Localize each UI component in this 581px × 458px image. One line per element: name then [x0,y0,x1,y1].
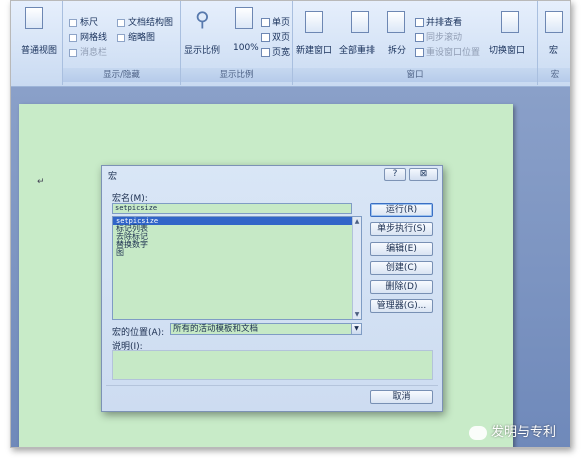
create-button[interactable]: 创建(C) [370,261,433,275]
split-button[interactable]: 拆分 [388,43,406,56]
ribbon-group-document-views: 普通视图 [11,1,63,85]
hundred-percent-button[interactable]: 100% [233,43,259,53]
watermark: 发明与专利 [469,421,556,440]
ribbon-group-window: 新建窗口 全部重排 拆分 并排查看 同步滚动 重设窗口位置 切换窗口 窗口 [293,1,538,85]
zoom-button[interactable]: 显示比例 [184,43,220,56]
macro-list-scrollbar[interactable]: ▲ ▼ [352,217,361,319]
arrange-all-icon [351,11,369,33]
macros-icon [545,11,563,33]
switch-windows-icon [501,11,519,33]
thumbnails-checkbox[interactable]: 缩略图 [117,30,155,43]
window-frame: 普通视图 标尺 网格线 消息栏 文档结构图 缩略图 显示/隐藏 ⚲ 显示比例 1… [10,0,571,448]
switch-windows-button[interactable]: 切换窗口 [489,43,525,56]
message-bar-check-box-icon [69,48,77,57]
gridlines-checkbox[interactable]: 网格线 [69,30,107,43]
sync-scroll-label: 同步滚动 [426,33,463,43]
ribbon: 普通视图 标尺 网格线 消息栏 文档结构图 缩略图 显示/隐藏 ⚲ 显示比例 1… [11,1,570,87]
thumbnails-check-box-icon [117,33,125,42]
help-button[interactable]: ? [384,168,406,181]
normal-view-icon [25,7,43,29]
sync-scroll-button[interactable]: 同步滚动 [415,30,462,43]
wechat-icon [469,425,487,440]
macro-list-item[interactable]: 图 [113,249,361,257]
organizer-button[interactable]: 管理器(G)... [370,299,433,313]
ruler-checkbox[interactable]: 标尺 [69,15,98,28]
macro-list-item[interactable]: 去除标记 [113,233,361,241]
arrange-all-button[interactable]: 全部重排 [339,43,375,56]
doc-map-label: 文档结构图 [128,18,174,28]
macro-name-input[interactable]: setpicsize [112,203,352,214]
dialog-titlebar[interactable]: 宏 ? ⊠ [102,166,442,185]
sync-scroll-icon [415,33,424,42]
ribbon-group-show-hide: 标尺 网格线 消息栏 文档结构图 缩略图 显示/隐藏 [63,1,181,85]
thumbnails-label: 缩略图 [128,33,156,43]
run-button[interactable]: 运行(R) [370,203,433,217]
normal-view-button[interactable]: 普通视图 [21,43,57,56]
dropdown-arrow-icon[interactable]: ▼ [351,324,361,334]
macros-group-label: 宏 [538,68,570,82]
page-width-button[interactable]: 页宽 [261,45,290,58]
new-window-icon [305,11,323,33]
dialog-divider [106,385,438,386]
ribbon-group-zoom: ⚲ 显示比例 100% 单页 双页 页宽 显示比例 [181,1,293,85]
macros-in-select[interactable]: 所有的活动模板和文档 ▼ [170,323,362,335]
one-page-button[interactable]: 单页 [261,15,290,28]
macros-in-value: 所有的活动模板和文档 [173,324,259,334]
page-width-icon [261,48,270,57]
side-by-side-label: 并排查看 [426,18,463,28]
macros-in-label: 宏的位置(A): [112,328,165,338]
two-pages-icon [261,33,270,42]
doc-map-check-box-icon [117,18,125,27]
page-width-label: 页宽 [272,48,291,58]
delete-button[interactable]: 删除(D) [370,280,433,294]
message-bar-checkbox[interactable]: 消息栏 [69,45,107,58]
two-pages-button[interactable]: 双页 [261,30,290,43]
two-pages-label: 双页 [272,33,291,43]
cancel-button[interactable]: 取消 [370,390,433,404]
zoom-group-label: 显示比例 [181,68,292,82]
close-button[interactable]: ⊠ [409,168,438,181]
dialog-title: 宏 [108,172,118,182]
ruler-label: 标尺 [80,18,99,28]
new-window-button[interactable]: 新建窗口 [296,43,332,56]
message-bar-label: 消息栏 [80,48,108,58]
paragraph-mark: ↵ [37,177,45,187]
watermark-text: 发明与专利 [491,425,557,440]
scroll-down-icon[interactable]: ▼ [353,310,361,319]
ruler-check-box-icon [69,18,77,27]
zoom-magnifier-icon: ⚲ [195,7,210,31]
description-box [112,350,433,380]
reset-window-position-icon [415,48,424,57]
side-by-side-button[interactable]: 并排查看 [415,15,462,28]
reset-window-position-button[interactable]: 重设窗口位置 [415,45,480,58]
gridlines-label: 网格线 [80,33,108,43]
scroll-up-icon[interactable]: ▲ [353,217,361,226]
macro-list-item[interactable]: 标记列表 [113,225,361,233]
macro-list-item[interactable]: 替换数字 [113,241,361,249]
gridlines-check-box-icon [69,33,77,42]
one-page-icon [261,18,270,27]
hundred-percent-icon [235,7,253,29]
macros-dialog: 宏 ? ⊠ 宏名(M): setpicsize setpicsize 标记列表 … [101,165,443,412]
reset-window-position-label: 重设窗口位置 [426,48,481,58]
split-icon [387,11,405,33]
edit-button[interactable]: 编辑(E) [370,242,433,256]
macros-button[interactable]: 宏 [549,43,558,56]
window-group-label: 窗口 [293,68,537,82]
macro-list[interactable]: setpicsize 标记列表 去除标记 替换数字 图 ▲ ▼ [112,216,362,320]
ribbon-group-macros: 宏 宏 [538,1,570,85]
macro-list-item[interactable]: setpicsize [113,217,361,225]
doc-map-checkbox[interactable]: 文档结构图 [117,15,173,28]
show-hide-group-label: 显示/隐藏 [63,68,180,82]
step-into-button[interactable]: 单步执行(S) [370,222,433,236]
side-by-side-icon [415,18,424,27]
one-page-label: 单页 [272,18,291,28]
